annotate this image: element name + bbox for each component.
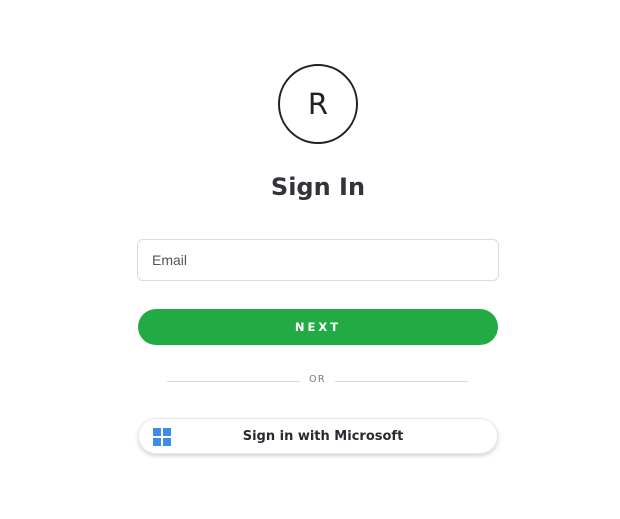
page-title: Sign In [270, 173, 366, 201]
divider-line-right [335, 381, 468, 382]
microsoft-button-label: Sign in with Microsoft [242, 429, 404, 444]
brand-logo: R [278, 64, 358, 144]
next-button[interactable]: NEXT [138, 309, 498, 345]
divider-or-label: OR [308, 374, 327, 385]
divider-line-left [167, 381, 300, 382]
brand-logo-letter: R [307, 86, 329, 121]
sign-in-page: R Sign In NEXT OR Sign in with Microsoft [0, 0, 620, 519]
email-field[interactable] [137, 239, 499, 281]
sign-in-with-microsoft-button[interactable]: Sign in with Microsoft [138, 418, 498, 454]
